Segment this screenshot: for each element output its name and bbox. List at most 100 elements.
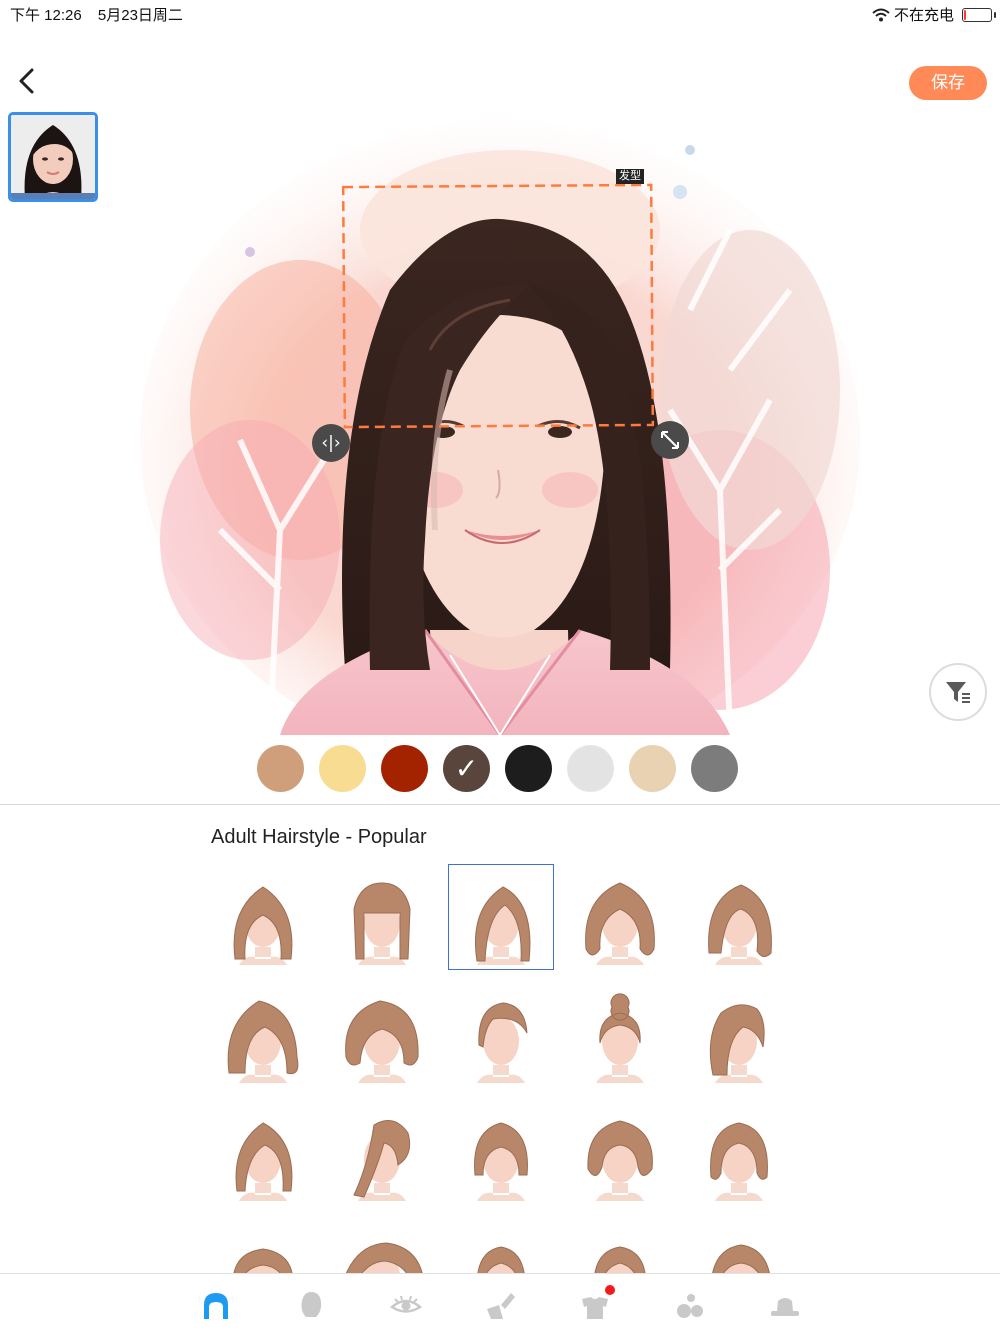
hairstyle-frame (329, 1100, 435, 1206)
hairstyle-frame (210, 1218, 316, 1274)
eye-icon (389, 1295, 423, 1313)
hairstyle-option[interactable] (322, 858, 441, 976)
tab-makeup[interactable] (480, 1286, 520, 1326)
hairstyle-preview-icon (352, 882, 411, 965)
hairstyle-option[interactable] (441, 858, 560, 976)
hairstyle-frame (447, 864, 554, 970)
hairstyle-frame (210, 1100, 316, 1206)
color-swatch[interactable] (629, 745, 676, 792)
source-photo-thumbnail[interactable] (8, 112, 98, 202)
status-date: 5月23日周二 (97, 7, 183, 24)
hairstyle-preview-icon (586, 1120, 653, 1201)
checkmark-icon: ✓ (454, 752, 479, 785)
hairstyle-preview-icon (476, 1246, 525, 1274)
tab-face[interactable] (291, 1286, 331, 1326)
hairstyle-preview-icon (233, 886, 292, 965)
color-swatch[interactable] (257, 745, 304, 792)
color-swatch[interactable] (691, 745, 738, 792)
hairstyle-option[interactable] (441, 1094, 560, 1212)
avatar-illustration (130, 110, 870, 735)
hair-selection-label: 发型 (616, 169, 644, 184)
hairstyle-option[interactable] (203, 1094, 322, 1212)
battery-level (964, 9, 966, 20)
section-divider (0, 804, 1000, 805)
avatar-canvas[interactable] (130, 110, 870, 735)
resize-arrow-icon (661, 431, 679, 449)
battery-icon (962, 7, 996, 22)
hairstyle-option[interactable] (441, 1212, 560, 1274)
tab-accessories[interactable] (670, 1286, 710, 1326)
hairstyle-frame (567, 1218, 673, 1274)
color-swatch[interactable] (319, 745, 366, 792)
hairstyle-preview-icon (235, 1122, 292, 1201)
hairstyle-frame (448, 1218, 554, 1274)
hairstyle-option[interactable] (322, 976, 441, 1094)
hairstyle-preview-icon (711, 1244, 770, 1274)
back-button[interactable] (12, 64, 46, 100)
color-swatch[interactable] (567, 745, 614, 792)
hairstyle-frame (448, 982, 554, 1088)
portrait-photo (11, 115, 95, 199)
hairstyle-frame (448, 1100, 554, 1206)
status-time: 下午 12:26 (10, 7, 82, 24)
hairstyle-frame (210, 982, 316, 1088)
hairstyle-option[interactable] (322, 1212, 441, 1274)
hat-icon (771, 1298, 799, 1316)
filter-icon (946, 682, 970, 703)
hairstyle-section-title: Adult Hairstyle - Popular (211, 826, 427, 848)
hairstyle-option[interactable] (679, 1212, 797, 1274)
hair-icon (204, 1293, 228, 1319)
resize-handle[interactable] (651, 421, 689, 459)
move-handle[interactable]: ‹|› (312, 424, 350, 462)
hairstyle-frame (686, 1218, 792, 1274)
status-left: 下午 12:26 5月23日周二 (10, 4, 195, 25)
hairstyle-option[interactable] (560, 976, 679, 1094)
hairstyle-preview-icon (227, 1000, 298, 1083)
hairstyle-option[interactable] (679, 976, 797, 1094)
hairstyle-frame (686, 1100, 792, 1206)
hairstyle-option[interactable] (203, 1212, 322, 1274)
hairstyle-option[interactable] (203, 858, 322, 976)
tab-hat[interactable] (765, 1286, 805, 1326)
hairstyle-preview-icon (344, 1000, 419, 1083)
hairstyle-option[interactable] (441, 976, 560, 1094)
color-swatch[interactable] (505, 745, 552, 792)
hairstyle-preview-icon (473, 1122, 528, 1201)
color-swatch[interactable]: ✓ (443, 745, 490, 792)
wifi-icon (872, 8, 890, 21)
tab-hair[interactable] (196, 1286, 236, 1326)
save-button[interactable]: 保存 (909, 66, 987, 100)
color-swatch[interactable] (381, 745, 428, 792)
filter-button[interactable] (929, 663, 987, 721)
hairstyle-preview-icon (709, 1122, 768, 1201)
makeup-brush-icon (487, 1293, 515, 1319)
hair-color-palette: ✓ (257, 745, 738, 792)
move-arrows-icon: ‹|› (321, 433, 341, 453)
hairstyle-preview-icon (476, 1002, 527, 1083)
hairstyle-preview-icon (707, 884, 772, 965)
tab-eyes[interactable] (386, 1286, 426, 1326)
hairstyle-option[interactable] (679, 1094, 797, 1212)
hairstyle-frame (686, 982, 792, 1088)
hairstyle-option[interactable] (560, 858, 679, 976)
hairstyle-option[interactable] (679, 858, 797, 976)
status-bar: 下午 12:26 5月23日周二 不在充电 (0, 0, 1000, 26)
hairstyle-preview-icon (584, 882, 655, 965)
chevron-left-icon (19, 68, 34, 94)
hairstyle-frame (567, 864, 673, 970)
bottom-tab-bar (0, 1273, 1000, 1334)
hairstyle-option[interactable] (560, 1212, 679, 1274)
hairstyle-preview-icon (474, 886, 530, 965)
hairstyle-frame (567, 982, 673, 1088)
hairstyle-option[interactable] (322, 1094, 441, 1212)
hairstyle-frame (329, 864, 435, 970)
hairstyle-option[interactable] (560, 1094, 679, 1212)
status-right: 不在充电 (872, 4, 996, 25)
hairstyle-frame (686, 864, 792, 970)
hairstyle-preview-icon (593, 1246, 646, 1274)
hairstyle-option[interactable] (203, 976, 322, 1094)
clothes-notification-badge (605, 1285, 615, 1295)
accessories-icon (677, 1294, 703, 1318)
hairstyle-frame (329, 982, 435, 1088)
face-icon (301, 1292, 322, 1317)
